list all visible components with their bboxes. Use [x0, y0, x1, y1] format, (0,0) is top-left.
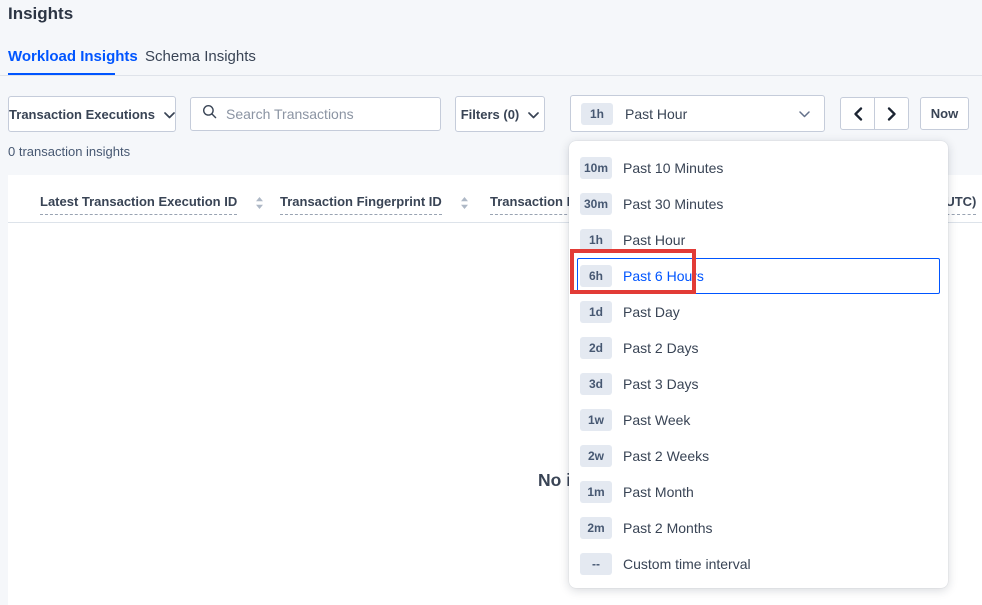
sort-icon[interactable] [255, 196, 264, 215]
interval-badge: -- [580, 553, 612, 575]
interval-label: Custom time interval [623, 556, 751, 572]
time-interval-badge: 1h [581, 103, 613, 125]
insights-count: 0 transaction insights [8, 144, 130, 159]
tab-schema-insights[interactable]: Schema Insights [145, 48, 256, 65]
interval-label: Past 30 Minutes [623, 196, 723, 212]
menu-item-past-6-hours[interactable]: 6h Past 6 Hours [577, 258, 940, 294]
search-box[interactable] [190, 97, 441, 131]
interval-badge: 1d [580, 301, 612, 323]
interval-badge: 2m [580, 517, 612, 539]
sort-icon[interactable] [460, 196, 469, 215]
chevron-down-icon [164, 107, 175, 122]
column-header-label: Transaction Fingerprint ID [280, 194, 442, 215]
chevron-down-icon [528, 107, 539, 122]
menu-item-past-10-minutes[interactable]: 10m Past 10 Minutes [577, 150, 940, 186]
now-button[interactable]: Now [920, 97, 969, 130]
interval-badge: 2w [580, 445, 612, 467]
interval-badge: 1h [580, 229, 612, 251]
chevron-down-icon [799, 105, 810, 123]
interval-label: Past 6 Hours [623, 268, 704, 284]
search-input[interactable] [226, 106, 429, 122]
workload-type-dropdown[interactable]: Transaction Executions [8, 96, 176, 132]
time-interval-label: Past Hour [625, 106, 799, 122]
interval-badge: 2d [580, 337, 612, 359]
interval-badge: 3d [580, 373, 612, 395]
menu-item-past-30-minutes[interactable]: 30m Past 30 Minutes [577, 186, 940, 222]
interval-label: Past Day [623, 304, 680, 320]
previous-time-range-button[interactable] [840, 97, 875, 130]
time-range-arrows [840, 97, 909, 130]
menu-item-past-3-days[interactable]: 3d Past 3 Days [577, 366, 940, 402]
menu-item-past-2-months[interactable]: 2m Past 2 Months [577, 510, 940, 546]
time-interval-dropdown-trigger[interactable]: 1h Past Hour [570, 95, 825, 132]
menu-item-past-day[interactable]: 1d Past Day [577, 294, 940, 330]
filters-dropdown[interactable]: Filters (0) [455, 96, 545, 132]
column-header-latest-transaction-execution-id[interactable]: Latest Transaction Execution ID [40, 194, 264, 215]
interval-label: Past Hour [623, 232, 685, 248]
workload-type-label: Transaction Executions [9, 107, 155, 122]
interval-badge: 1m [580, 481, 612, 503]
interval-badge: 1w [580, 409, 612, 431]
menu-item-past-week[interactable]: 1w Past Week [577, 402, 940, 438]
interval-badge: 6h [580, 265, 612, 287]
interval-badge: 10m [580, 157, 612, 179]
menu-item-past-month[interactable]: 1m Past Month [577, 474, 940, 510]
tabs-divider [0, 75, 982, 76]
menu-item-custom-time-interval[interactable]: -- Custom time interval [577, 546, 940, 582]
interval-label: Past 2 Days [623, 340, 698, 356]
menu-item-past-hour[interactable]: 1h Past Hour [577, 222, 940, 258]
search-icon [202, 104, 217, 124]
time-interval-dropdown-menu: 10m Past 10 Minutes 30m Past 30 Minutes 1h… [569, 141, 948, 588]
interval-label: Past 2 Months [623, 520, 713, 536]
filters-label: Filters (0) [461, 107, 520, 122]
menu-item-past-2-weeks[interactable]: 2w Past 2 Weeks [577, 438, 940, 474]
now-label: Now [931, 106, 958, 121]
interval-label: Past 3 Days [623, 376, 698, 392]
interval-label: Past Week [623, 412, 690, 428]
interval-label: Past 2 Weeks [623, 448, 709, 464]
interval-badge: 30m [580, 193, 612, 215]
column-header-transaction-fingerprint-id[interactable]: Transaction Fingerprint ID [280, 194, 469, 215]
column-header-label: Latest Transaction Execution ID [40, 194, 237, 215]
interval-label: Past 10 Minutes [623, 160, 723, 176]
tab-workload-insights[interactable]: Workload Insights [8, 48, 138, 65]
next-time-range-button[interactable] [874, 97, 909, 130]
page-title: Insights [8, 4, 73, 24]
interval-label: Past Month [623, 484, 694, 500]
menu-item-past-2-days[interactable]: 2d Past 2 Days [577, 330, 940, 366]
